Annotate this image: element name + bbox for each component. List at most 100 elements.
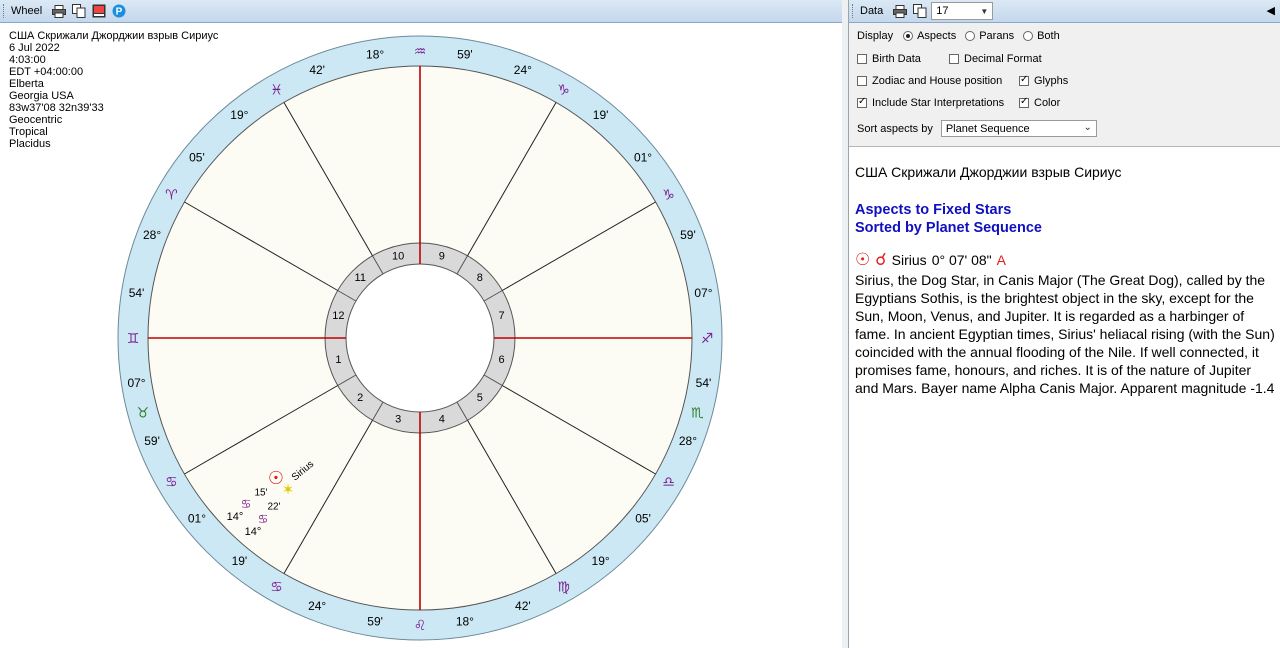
report-title: США Скрижали Джорджии взрыв Сириус <box>855 164 1122 180</box>
wheel-window-title: Wheel <box>11 5 43 17</box>
checkbox-star-interp[interactable]: Include Star Interpretations <box>857 96 1019 109</box>
house-number: 7 <box>499 310 505 322</box>
cusp-minute: 42' <box>309 63 325 77</box>
cusp-minute: 59' <box>457 48 473 62</box>
checkbox-zodiac-house[interactable]: Zodiac and House position <box>857 75 1019 87</box>
report-subheading: Sorted by Planet Sequence <box>855 220 1042 236</box>
sort-dropdown[interactable]: Planet Sequence ⌄ <box>940 120 1097 137</box>
house-number: 2 <box>357 392 363 404</box>
cusp-degree: 07° <box>127 376 145 390</box>
checkbox-glyphs[interactable]: Glyphs <box>1019 74 1069 87</box>
export-image-icon[interactable] <box>91 4 106 19</box>
collapse-arrow-icon[interactable]: ◀ <box>1267 4 1275 17</box>
radio-label: Aspects <box>917 30 957 42</box>
radio-button[interactable] <box>1023 31 1034 41</box>
zodiac-sign-icon: ♊ <box>127 330 140 346</box>
wheel-titlebar: Wheel P <box>0 0 842 23</box>
checkbox-label: Color <box>1034 97 1061 109</box>
cusp-minute: 54' <box>696 376 712 390</box>
house-number: 5 <box>477 392 483 404</box>
print-icon[interactable] <box>892 4 907 19</box>
cusp-degree: 24° <box>514 63 532 77</box>
sun-glyph-icon: ☉ <box>855 250 871 269</box>
aspect-line: ☉ ☌ Sirius 0° 07' 08" A <box>855 251 1275 269</box>
intercepted-sign-icon: ♉ <box>136 404 149 420</box>
checkbox[interactable] <box>857 96 867 108</box>
zodiac-sign-icon: ♓ <box>270 81 283 97</box>
cusp-minute: 59' <box>144 434 160 448</box>
radio-both[interactable]: Both <box>1023 30 1060 42</box>
data-titlebar: Data 17 ▼ ◀ <box>849 0 1280 23</box>
aspect-position: 0° 07' 08" <box>931 252 992 268</box>
cusp-degree: 18° <box>366 48 384 62</box>
applying-flag: A <box>996 252 1006 268</box>
zodiac-sign-icon: ♌ <box>414 617 427 633</box>
house-number: 6 <box>499 354 505 366</box>
options-panel: Display Aspects Parans Both Birth Data D… <box>849 23 1280 147</box>
drag-grip[interactable] <box>3 4 7 18</box>
radio-button[interactable] <box>965 31 976 41</box>
cusp-degree: 24° <box>308 599 326 613</box>
cancer-sign-icon: ♋ <box>258 512 269 526</box>
star-icon: ✶ <box>282 482 295 499</box>
checkbox-color[interactable]: Color <box>1019 96 1061 109</box>
radio-button[interactable] <box>903 31 914 41</box>
drag-grip[interactable] <box>852 4 856 18</box>
checkbox-label: Glyphs <box>1034 75 1069 87</box>
cusp-degree: 01° <box>188 512 206 526</box>
checkbox-decimal-format[interactable]: Decimal Format <box>949 53 1042 65</box>
cancer-sign-icon: ♋ <box>241 497 252 511</box>
planet-degree: 14° <box>227 511 244 523</box>
cusp-minute: 19' <box>593 108 609 122</box>
cusp-minute: 54' <box>129 286 145 300</box>
info-p-icon[interactable]: P <box>111 4 126 19</box>
sort-label: Sort aspects by <box>857 122 933 135</box>
chevron-down-icon: ▼ <box>980 7 989 16</box>
checkbox[interactable] <box>1019 74 1029 86</box>
radio-parans[interactable]: Parans <box>965 30 1014 42</box>
chart-number-value: 17 <box>936 5 949 17</box>
house-number: 4 <box>439 414 445 426</box>
checkbox-label: Zodiac and House position <box>872 75 1003 87</box>
zodiac-sign-icon: ♋ <box>165 474 178 490</box>
cusp-minute: 59' <box>680 228 696 242</box>
checkbox-birth-data[interactable]: Birth Data <box>857 53 949 65</box>
cusp-minute: 05' <box>189 150 205 164</box>
zodiac-sign-icon: ♐ <box>701 330 714 346</box>
radio-aspects[interactable]: Aspects <box>903 30 956 42</box>
zodiac-sign-icon: ♑ <box>557 81 570 97</box>
copy-icon[interactable] <box>71 4 86 19</box>
print-icon[interactable] <box>51 4 66 19</box>
house-number: 1 <box>335 354 341 366</box>
display-label: Display <box>857 30 894 42</box>
house-number: 9 <box>439 250 445 262</box>
checkbox[interactable] <box>949 54 959 64</box>
star-degree: 14° <box>245 526 262 538</box>
cusp-minute: 19' <box>232 554 248 568</box>
cusp-degree: 28° <box>143 228 161 242</box>
house-number: 11 <box>355 272 366 284</box>
zodiac-sign-icon: ♒ <box>414 43 427 59</box>
zodiac-sign-icon: ♑ <box>662 187 675 203</box>
report-panel: США Скрижали Джорджии взрыв Сириус Aspec… <box>849 147 1280 413</box>
house-number: 3 <box>395 414 401 426</box>
copy-icon[interactable] <box>912 4 927 19</box>
house-number: 10 <box>392 250 404 262</box>
house-number: 12 <box>332 310 344 322</box>
wheel-window: Wheel P США Скрижали Джорджии взрыв Сири… <box>0 0 843 648</box>
aspect-star-name: Sirius <box>891 252 927 268</box>
center-circle <box>345 263 495 413</box>
house-number: 8 <box>477 272 483 284</box>
cusp-minute: 42' <box>515 599 531 613</box>
planet-minute: 15' <box>254 488 267 499</box>
checkbox-label: Decimal Format <box>964 53 1042 65</box>
checkbox[interactable] <box>857 54 867 64</box>
chart-number-dropdown[interactable]: 17 ▼ <box>931 2 994 20</box>
conjunction-glyph-icon: ☌ <box>875 250 887 269</box>
zodiac-sign-icon: ♋ <box>270 579 283 595</box>
chart-wheel[interactable]: 123 456789101112♒18° 59'♑24°19'♑01°59'♐07°… <box>0 23 840 648</box>
svg-text:P: P <box>115 7 122 18</box>
checkbox[interactable] <box>1019 96 1029 108</box>
cusp-degree: 19° <box>592 554 610 568</box>
checkbox[interactable] <box>857 76 867 86</box>
